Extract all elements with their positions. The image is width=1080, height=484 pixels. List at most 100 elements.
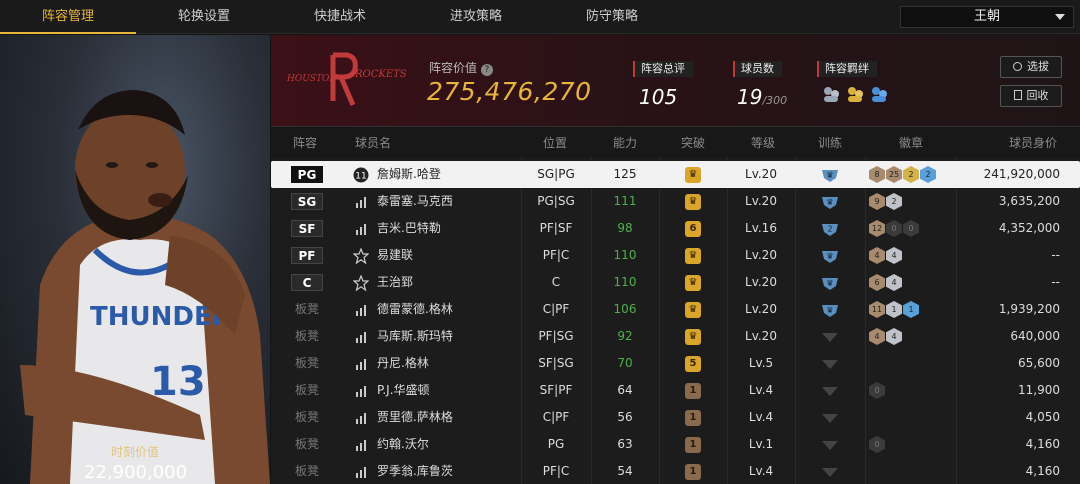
player-ability: 92 bbox=[617, 329, 633, 343]
svg-text:♛: ♛ bbox=[826, 279, 833, 288]
player-name: 丹尼.格林 bbox=[377, 356, 429, 370]
badge-icon: 4 bbox=[869, 247, 885, 264]
training-icon[interactable]: ♛ bbox=[821, 249, 839, 263]
training-empty-icon[interactable] bbox=[821, 465, 839, 479]
badge-list: 44 bbox=[869, 247, 902, 264]
table-row[interactable]: 板凳 马库斯.斯玛特 PF|SG 92 ♛ Lv.20 4 4 640,000 bbox=[271, 323, 1080, 350]
player-level: Lv.4 bbox=[748, 410, 774, 424]
jersey-number-icon: 11 bbox=[353, 167, 369, 183]
badge-list: 12 0 0 bbox=[869, 220, 919, 237]
bench-slot-label: 板凳 bbox=[294, 437, 319, 451]
badge-icon: 2 bbox=[886, 193, 902, 210]
svg-text:♛: ♛ bbox=[826, 252, 833, 261]
signal-bars-icon bbox=[356, 305, 366, 316]
bond-icon-blue[interactable] bbox=[869, 85, 889, 103]
player-level: Lv.4 bbox=[748, 464, 774, 478]
player-position: PF|C bbox=[542, 248, 570, 262]
breakthrough-level-icon: 5 bbox=[685, 356, 701, 372]
training-empty-icon[interactable] bbox=[821, 357, 839, 371]
player-position: PG|SG bbox=[537, 194, 575, 208]
player-position: PF|C bbox=[542, 464, 570, 478]
training-icon[interactable]: ♛ bbox=[821, 303, 839, 317]
svg-text:♛: ♛ bbox=[826, 306, 833, 315]
badge-list: 64 bbox=[869, 274, 902, 291]
badge-icon: 25 bbox=[886, 166, 902, 183]
table-row[interactable]: 板凳 德雷蒙德.格林 C|PF 106 ♛ Lv.20 ♛ 11 1 1 1,939,200 bbox=[271, 296, 1080, 323]
document-icon bbox=[1013, 90, 1022, 100]
training-icon[interactable]: 2 bbox=[821, 222, 839, 236]
table-row[interactable]: C 王治郅 C 110 ♛ Lv.20 ♛ 6 4 -- bbox=[271, 269, 1080, 296]
signal-bars-icon bbox=[356, 224, 366, 235]
player-portrait: THUNDER 13 时刻价值 22,900,000 bbox=[0, 35, 270, 484]
bond-icon-silver[interactable] bbox=[821, 85, 841, 103]
position-slot-badge: SF bbox=[291, 220, 323, 237]
team-dropdown[interactable]: 王朝 bbox=[900, 6, 1074, 28]
tab-quick-tactics[interactable]: 快捷战术 bbox=[272, 0, 408, 34]
help-icon[interactable]: ? bbox=[480, 64, 493, 76]
tab-offense-strategy[interactable]: 进攻策略 bbox=[408, 0, 544, 34]
badge-icon: 11 bbox=[869, 301, 885, 318]
table-row[interactable]: PF 易建联 PF|C 110 ♛ Lv.20 ♛ 4 4 -- bbox=[271, 242, 1080, 269]
table-row[interactable]: PG 11 詹姆斯.哈登 SG|PG 125 ♛ Lv.20 ♛ 8 25 2 2 241,920,00… bbox=[271, 161, 1080, 188]
player-ability: 125 bbox=[613, 167, 637, 181]
training-empty-icon[interactable] bbox=[821, 411, 839, 425]
badge-list: 0 bbox=[869, 382, 885, 399]
tab-lineup-management[interactable]: 阵容管理 bbox=[0, 0, 136, 34]
bench-slot-label: 板凳 bbox=[294, 329, 319, 343]
player-level: Lv.5 bbox=[748, 356, 774, 370]
table-row[interactable]: 板凳 P.J.华盛顿 SF|PF 64 1 Lv.4 0 11,900 bbox=[271, 377, 1080, 404]
header-slot: 阵容 bbox=[293, 136, 318, 150]
player-value: 640,000 bbox=[1010, 329, 1060, 343]
training-empty-icon[interactable] bbox=[821, 384, 839, 398]
svg-text:11: 11 bbox=[355, 172, 366, 182]
rating-stat: 阵容总评 105 bbox=[633, 57, 693, 109]
svg-text:♛: ♛ bbox=[826, 171, 833, 180]
player-level: Lv.16 bbox=[745, 221, 777, 235]
training-empty-icon[interactable] bbox=[821, 330, 839, 344]
training-icon[interactable]: ♛ bbox=[821, 168, 839, 182]
badge-icon: 0 bbox=[869, 382, 885, 399]
select-button[interactable]: 选拔 bbox=[1000, 56, 1062, 78]
badge-icon: 2 bbox=[903, 166, 919, 183]
table-row[interactable]: SF 吉米.巴特勒 PF|SF 98 6 Lv.16 2 12 0 0 4,352,000 bbox=[271, 215, 1080, 242]
tab-rotation-settings[interactable]: 轮换设置 bbox=[136, 0, 272, 34]
table-row[interactable]: SG 泰雷塞.马克西 PG|SG 111 ♛ Lv.20 ♛ 9 2 3,635,200 bbox=[271, 188, 1080, 215]
player-value: -- bbox=[1051, 248, 1060, 262]
badge-icon: 4 bbox=[886, 274, 902, 291]
player-name: 罗季翁.库鲁茨 bbox=[377, 464, 453, 478]
crown-icon: ♛ bbox=[685, 194, 701, 210]
signal-bars-icon bbox=[356, 332, 366, 343]
table-row[interactable]: 板凳 丹尼.格林 SF|SG 70 5 Lv.5 65,600 bbox=[271, 350, 1080, 377]
player-value: 241,920,000 bbox=[983, 167, 1060, 181]
badge-icon: 2 bbox=[920, 166, 936, 183]
player-position: SF|PF bbox=[539, 383, 573, 397]
player-level: Lv.4 bbox=[748, 383, 774, 397]
lineup-value: 275,476,270 bbox=[427, 77, 592, 106]
signal-bars-icon bbox=[356, 386, 366, 397]
training-empty-icon[interactable] bbox=[821, 438, 839, 452]
breakthrough-level-icon: 1 bbox=[685, 437, 701, 453]
training-icon[interactable]: ♛ bbox=[821, 276, 839, 290]
badge-list: 8 25 2 2 bbox=[869, 166, 936, 183]
table-row[interactable]: 板凳 约翰.沃尔 PG 63 1 Lv.1 0 4,160 bbox=[271, 431, 1080, 458]
position-slot-badge: PG bbox=[291, 166, 323, 183]
crown-icon: ♛ bbox=[685, 329, 701, 345]
refresh-icon bbox=[1013, 62, 1022, 71]
player-position: SF|SG bbox=[538, 356, 574, 370]
table-row[interactable]: 板凳 贾里德.萨林格 C|PF 56 1 Lv.4 4,050 bbox=[271, 404, 1080, 431]
crown-icon: ♛ bbox=[685, 167, 701, 183]
table-row[interactable]: 板凳 罗季翁.库鲁茨 PF|C 54 1 Lv.4 4,160 bbox=[271, 458, 1080, 484]
badge-icon: 0 bbox=[869, 436, 885, 453]
player-value: -- bbox=[1051, 275, 1060, 289]
player-level: Lv.1 bbox=[748, 437, 774, 451]
bond-icon-gold[interactable] bbox=[845, 85, 865, 103]
player-count-label: 球员数 bbox=[733, 61, 782, 77]
player-portrait-image: THUNDER 13 bbox=[20, 90, 270, 484]
badge-icon: 4 bbox=[886, 328, 902, 345]
badge-icon: 0 bbox=[903, 220, 919, 237]
header-breakthrough: 突破 bbox=[681, 136, 706, 150]
lineup-value-label: 阵容价值 ? bbox=[429, 59, 493, 76]
recall-button[interactable]: 回收 bbox=[1000, 85, 1062, 107]
tab-defense-strategy[interactable]: 防守策略 bbox=[544, 0, 680, 34]
training-icon[interactable]: ♛ bbox=[821, 195, 839, 209]
